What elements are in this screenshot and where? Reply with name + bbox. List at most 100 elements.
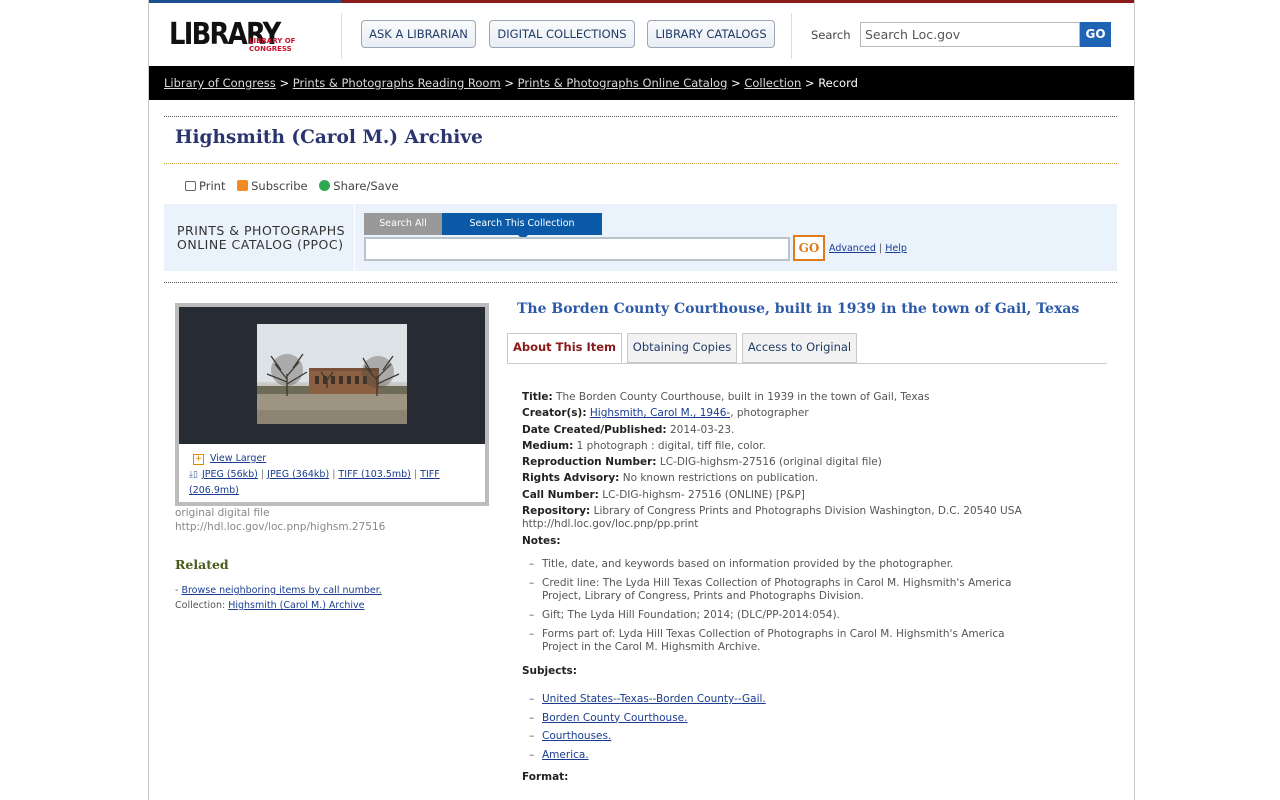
record-tabs: About This Item Obtaining Copies Access … bbox=[507, 333, 1107, 364]
download-links: ⤓▯ JPEG (56kb) | JPEG (364kb) | TIFF (103… bbox=[189, 467, 479, 498]
field-notes: Notes: bbox=[522, 533, 1022, 549]
field-value: The Borden County Courthouse, built in 1… bbox=[556, 391, 930, 403]
subscribe-link[interactable]: Subscribe bbox=[237, 179, 308, 193]
download-separator: | bbox=[413, 469, 418, 480]
share-icon bbox=[319, 180, 331, 191]
field-value: No known restrictions on publication. bbox=[622, 472, 819, 485]
browse-neighboring-link[interactable]: Browse neighboring items by call number. bbox=[181, 585, 381, 596]
download-separator: | bbox=[332, 469, 336, 480]
field-repository: Repository: Library of Congress Prints a… bbox=[522, 505, 1022, 531]
record-title: The Borden County Courthouse, built in 1… bbox=[517, 301, 1080, 317]
courthouse-photo[interactable] bbox=[257, 324, 407, 424]
tab-access-to-original[interactable]: Access to Original bbox=[742, 333, 857, 363]
search-input[interactable]: Search Loc.gov bbox=[860, 22, 1080, 47]
subject-link[interactable]: America. bbox=[542, 749, 589, 761]
search-go-button[interactable]: GO bbox=[1080, 22, 1111, 47]
page-title: Highsmith (Carol M.) Archive bbox=[175, 127, 483, 148]
field-label: Call Number: bbox=[522, 488, 599, 501]
list-item: Forms part of: Lyda Hill Texas Collectio… bbox=[529, 628, 1029, 654]
advanced-search-link[interactable]: Advanced bbox=[829, 243, 876, 254]
plus-icon: + bbox=[193, 454, 204, 465]
ppoc-links: Advanced | Help bbox=[829, 243, 907, 254]
field-label: Notes: bbox=[522, 535, 561, 548]
ppoc-link-divider: | bbox=[878, 243, 883, 254]
list-item: Title, date, and keywords based on infor… bbox=[529, 558, 1029, 571]
field-label: Reproduction Number: bbox=[522, 456, 657, 469]
collection-link[interactable]: Highsmith (Carol M.) Archive bbox=[228, 600, 364, 611]
field-value: Library of Congress Prints and Photograp… bbox=[522, 505, 1022, 531]
field-label: Repository: bbox=[522, 505, 591, 518]
page: LIBRARY LIBRARY OF CONGRESS ASK A LIBRAR… bbox=[148, 0, 1135, 800]
subject-link[interactable]: United States--Texas--Borden County--Gai… bbox=[542, 693, 766, 705]
page-tools: Print Subscribe Share/Save bbox=[185, 179, 407, 193]
subject-link[interactable]: Borden County Courthouse. bbox=[542, 712, 687, 724]
download-jpeg-small[interactable]: JPEG (56kb) bbox=[202, 469, 258, 480]
related-heading: Related bbox=[175, 557, 229, 572]
breadcrumb-link-reading-room[interactable]: Prints & Photographs Reading Room bbox=[293, 76, 501, 90]
tab-obtaining-copies[interactable]: Obtaining Copies bbox=[627, 333, 737, 363]
list-item: America. bbox=[529, 746, 766, 765]
tab-about-this-item[interactable]: About This Item bbox=[507, 333, 622, 363]
loc-logo[interactable]: LIBRARY LIBRARY OF CONGRESS bbox=[169, 17, 298, 57]
breadcrumb-link-collection[interactable]: Collection bbox=[744, 76, 801, 90]
field-rights: Rights Advisory: No known restrictions o… bbox=[522, 470, 1022, 486]
list-item: Credit line: The Lyda Hill Texas Collect… bbox=[529, 577, 1029, 603]
share-link[interactable]: Share/Save bbox=[319, 179, 399, 193]
divider bbox=[164, 282, 1117, 283]
record-metadata: Title: The Borden County Courthouse, bui… bbox=[522, 389, 1022, 549]
ask-librarian-button[interactable]: ASK A LIBRARIAN bbox=[361, 20, 476, 48]
subscribe-label: Subscribe bbox=[251, 179, 308, 193]
logo-subtext: LIBRARY OF CONGRESS bbox=[249, 37, 296, 53]
download-icon: ⤓▯ bbox=[189, 470, 198, 480]
library-catalogs-button[interactable]: LIBRARY CATALOGS bbox=[647, 20, 775, 48]
breadcrumb-current: Record bbox=[818, 76, 858, 90]
breadcrumb-separator: > bbox=[731, 76, 741, 90]
creator-link[interactable]: Highsmith, Carol M., 1946- bbox=[590, 407, 730, 419]
original-file-info: original digital file http://hdl.loc.gov… bbox=[175, 506, 385, 534]
print-label: Print bbox=[199, 179, 226, 193]
header-divider bbox=[341, 13, 342, 59]
tab-search-this-collection[interactable]: Search This Collection bbox=[442, 213, 602, 240]
breadcrumb: Library of Congress > Prints & Photograp… bbox=[149, 66, 1134, 100]
view-larger-link[interactable]: + View Larger bbox=[193, 453, 266, 465]
list-item: United States--Texas--Borden County--Gai… bbox=[529, 690, 766, 709]
ppoc-search-panel: PRINTS & PHOTOGRAPHS ONLINE CATALOG (PPO… bbox=[164, 204, 1117, 271]
related-links: - Browse neighboring items by call numbe… bbox=[175, 583, 382, 613]
field-value: , photographer bbox=[730, 407, 809, 420]
download-jpeg-large[interactable]: JPEG (364kb) bbox=[267, 469, 329, 480]
tab-search-all[interactable]: Search All bbox=[364, 213, 442, 235]
collection-label: Collection: bbox=[175, 600, 229, 611]
divider bbox=[164, 163, 1117, 164]
original-file-url: http://hdl.loc.gov/loc.pnp/highsm.27516 bbox=[175, 521, 386, 533]
download-tiff-small[interactable]: TIFF (103.5mb) bbox=[338, 469, 410, 480]
divider bbox=[164, 116, 1117, 117]
ppoc-title-line2: ONLINE CATALOG (PPOC) bbox=[177, 237, 344, 252]
ppoc-go-button[interactable]: GO bbox=[793, 235, 825, 261]
ppoc-search-input[interactable] bbox=[364, 237, 790, 261]
field-call-number: Call Number: LC-DIG-highsm- 27516 (ONLIN… bbox=[522, 487, 1022, 503]
subjects-heading: Subjects: bbox=[522, 665, 577, 677]
field-value: LC-DIG-highsm- 27516 (ONLINE) [P&P] bbox=[602, 488, 805, 501]
print-link[interactable]: Print bbox=[185, 179, 225, 193]
field-label: Date Created/Published: bbox=[522, 423, 667, 436]
field-date: Date Created/Published: 2014-03-23. bbox=[522, 422, 1022, 438]
courthouse-photo-graphic bbox=[257, 324, 407, 424]
digital-collections-button[interactable]: DIGITAL COLLECTIONS bbox=[489, 20, 635, 48]
field-label: Title: bbox=[522, 391, 553, 403]
original-file-label: original digital file bbox=[175, 507, 270, 519]
subject-link[interactable]: Courthouses. bbox=[542, 730, 611, 742]
breadcrumb-link-loc[interactable]: Library of Congress bbox=[164, 76, 276, 90]
image-panel: + View Larger ⤓▯ JPEG (56kb) | JPEG (364kb… bbox=[175, 303, 489, 506]
site-header: LIBRARY LIBRARY OF CONGRESS ASK A LIBRAR… bbox=[149, 0, 1134, 66]
breadcrumb-separator: > bbox=[504, 76, 514, 90]
header-divider bbox=[791, 13, 792, 59]
help-link[interactable]: Help bbox=[885, 243, 907, 254]
ppoc-title[interactable]: PRINTS & PHOTOGRAPHS ONLINE CATALOG (PPO… bbox=[177, 224, 345, 252]
ppoc-title-line1: PRINTS & PHOTOGRAPHS bbox=[177, 223, 346, 238]
breadcrumb-link-online-catalog[interactable]: Prints & Photographs Online Catalog bbox=[518, 76, 728, 90]
field-label: Medium: bbox=[522, 439, 574, 452]
field-medium: Medium: 1 photograph : digital, tiff fil… bbox=[522, 438, 1022, 454]
field-value: LC-DIG-highsm-27516 (original digital fi… bbox=[659, 456, 882, 469]
printer-icon bbox=[185, 181, 196, 191]
field-title: Title: The Borden County Courthouse, bui… bbox=[522, 389, 1022, 405]
